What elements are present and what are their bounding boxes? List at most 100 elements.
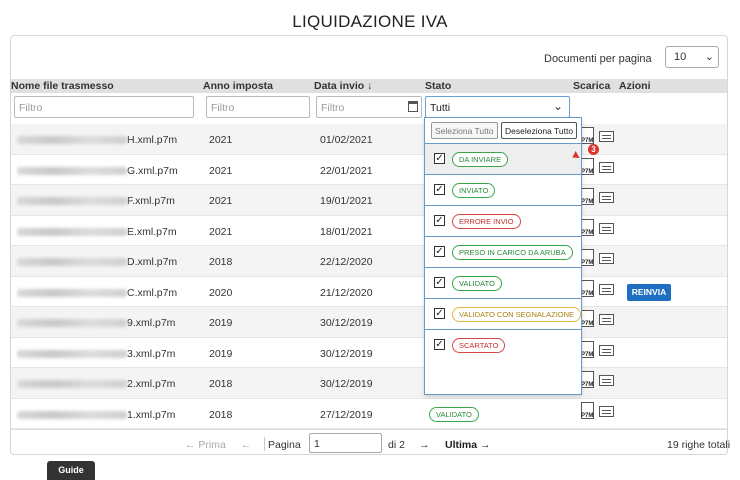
anno-cell: 2018 — [209, 408, 233, 421]
file-name-suffix: G.xml.p7m — [127, 164, 178, 177]
checkbox-checked-icon[interactable]: ✓ — [434, 339, 445, 350]
stato-option-badge: DA INVIARE — [452, 152, 509, 167]
detail-icon[interactable] — [599, 131, 614, 142]
file-name-cell: E.xml.p7m — [17, 226, 177, 238]
file-ext-label: P7M — [581, 321, 594, 327]
detail-icon[interactable] — [599, 283, 614, 295]
file-ext-label: P7M — [581, 168, 594, 175]
download-p7m-icon[interactable]: P7M — [581, 401, 594, 419]
col-data-invio[interactable]: Data invio ↓ — [314, 80, 372, 92]
stato-option-badge: INVIATO — [452, 183, 496, 198]
file-name-suffix: H.xml.p7m — [127, 134, 178, 147]
anno-cell: 2019 — [209, 347, 233, 360]
checkbox-checked-icon[interactable]: ✓ — [434, 215, 445, 226]
checkbox-checked-icon[interactable]: ✓ — [434, 308, 445, 319]
download-p7m-icon[interactable]: P7M — [581, 218, 594, 236]
redacted-filename — [17, 227, 127, 236]
checkbox-checked-icon[interactable]: ✓ — [434, 246, 445, 257]
chevron-down-icon: ⌄ — [704, 51, 714, 63]
last-page-link[interactable]: Ultima → — [445, 439, 491, 451]
stato-option[interactable]: ✓ PRESO IN CARICO DA ARUBA — [425, 236, 581, 267]
data-cell: 22/12/2020 — [320, 256, 373, 268]
deselect-all-button[interactable]: Deseleziona Tutto — [501, 122, 578, 139]
download-p7m-icon[interactable]: P7M — [581, 127, 594, 144]
calendar-icon[interactable] — [408, 101, 418, 112]
detail-icon[interactable] — [599, 405, 614, 417]
download-p7m-icon[interactable]: P7M — [581, 188, 594, 205]
file-ext-label: P7M — [581, 229, 594, 236]
select-all-button[interactable]: Seleziona Tutto — [431, 122, 498, 139]
guide-tab[interactable]: Guide — [47, 461, 95, 480]
chevron-down-icon: ⌄ — [552, 99, 563, 113]
stato-option-badge: PRESO IN CARICO DA ARUBA — [452, 245, 573, 260]
checkbox-checked-icon[interactable]: ✓ — [434, 153, 445, 164]
detail-icon[interactable] — [599, 344, 614, 356]
anno-cell: 2020 — [209, 286, 233, 299]
stato-option[interactable]: ✓ SCARTATO — [425, 329, 581, 360]
file-name-cell: 1.xml.p7m — [17, 409, 175, 421]
detail-icon[interactable] — [599, 314, 614, 325]
filter-data-invio[interactable]: Filtro — [316, 96, 422, 118]
pagination: ← Prima ← Pagina 1 di 2 → Ultima → 19 ri… — [11, 429, 731, 455]
data-cell: 21/12/2020 — [320, 286, 373, 299]
file-name-cell: G.xml.p7m — [17, 165, 178, 177]
per-page-label: Documenti per pagina — [544, 53, 652, 65]
stato-option[interactable]: ✓ DA INVIARE — [425, 143, 581, 174]
anno-cell: 2019 — [209, 317, 233, 329]
table-row: H.xml.p7m 2021 01/02/2021 P7M — [11, 124, 727, 155]
detail-icon[interactable] — [599, 375, 614, 386]
col-nome-file[interactable]: Nome file trasmesso — [11, 80, 114, 92]
status-badge: VALIDATO — [429, 406, 479, 422]
col-stato[interactable]: Stato — [425, 80, 451, 92]
total-rows-label: 19 righe totali — [667, 439, 731, 451]
stato-option-badge: VALIDATO CON SEGNALAZIONE — [452, 307, 582, 322]
file-name-cell: 3.xml.p7m — [17, 348, 175, 360]
next-page-link[interactable]: → — [419, 439, 430, 451]
download-p7m-icon[interactable]: P7M — [581, 371, 594, 388]
filter-anno-imposta[interactable]: Filtro — [206, 96, 310, 118]
file-ext-label: P7M — [581, 260, 594, 266]
table-row: F.xml.p7m 2021 19/01/2021 P7M — [11, 185, 727, 216]
data-cell: 18/01/2021 — [320, 225, 373, 238]
page-number-input[interactable]: 1 — [309, 433, 382, 453]
checkbox-checked-icon[interactable]: ✓ — [434, 277, 445, 288]
stato-option[interactable]: ✓ VALIDATO — [425, 267, 581, 298]
file-ext-label: P7M — [581, 138, 594, 144]
file-name-suffix: 3.xml.p7m — [127, 347, 176, 360]
stato-option[interactable]: ✓ INVIATO — [425, 174, 581, 205]
file-ext-label: P7M — [581, 412, 594, 419]
filter-stato-select[interactable]: Tutti ⌄ — [425, 96, 570, 118]
detail-icon[interactable] — [599, 222, 614, 234]
table-row: G.xml.p7m 2021 22/01/2021 P7M — [11, 155, 727, 185]
table-row: C.xml.p7m 2020 21/12/2020 P7M REINVIA — [11, 277, 727, 307]
redacted-filename — [17, 319, 127, 328]
data-cell: 30/12/2019 — [320, 378, 373, 390]
download-p7m-icon[interactable]: P7M — [581, 249, 594, 266]
detail-icon[interactable] — [599, 253, 614, 264]
redacted-filename — [17, 349, 127, 358]
download-p7m-icon[interactable]: P7M — [581, 157, 594, 175]
table-body: H.xml.p7m 2021 01/02/2021 P7M G.xml.p7m 2021 2… — [11, 124, 727, 429]
filter-nome-file[interactable]: Filtro — [14, 96, 194, 118]
detail-icon[interactable] — [599, 192, 614, 203]
anno-cell: 2021 — [209, 134, 233, 146]
reinvia-button[interactable]: REINVIA — [627, 283, 671, 301]
stato-option-badge: ERRORE INVIO — [452, 214, 521, 229]
first-page-link[interactable]: ← Prima — [185, 439, 226, 451]
stato-option[interactable]: ✓ ERRORE INVIO — [425, 205, 581, 236]
col-anno-imposta[interactable]: Anno imposta — [203, 80, 273, 92]
download-p7m-icon[interactable]: P7M — [581, 310, 594, 327]
checkbox-checked-icon[interactable]: ✓ — [434, 184, 445, 195]
per-page-value: 10 — [674, 51, 687, 63]
download-p7m-icon[interactable]: P7M — [581, 279, 594, 297]
stato-option[interactable]: ✓ VALIDATO CON SEGNALAZIONE — [425, 298, 582, 329]
file-name-suffix: C.xml.p7m — [127, 286, 178, 299]
stato-option-badge: VALIDATO — [452, 276, 502, 291]
file-ext-label: P7M — [581, 382, 594, 388]
download-p7m-icon[interactable]: P7M — [581, 340, 594, 358]
prev-page-link[interactable]: ← — [241, 439, 252, 451]
data-cell: 30/12/2019 — [320, 317, 373, 329]
redacted-filename — [17, 197, 127, 206]
detail-icon[interactable] — [599, 161, 614, 173]
per-page-select[interactable]: 10 ⌄ — [665, 46, 719, 68]
